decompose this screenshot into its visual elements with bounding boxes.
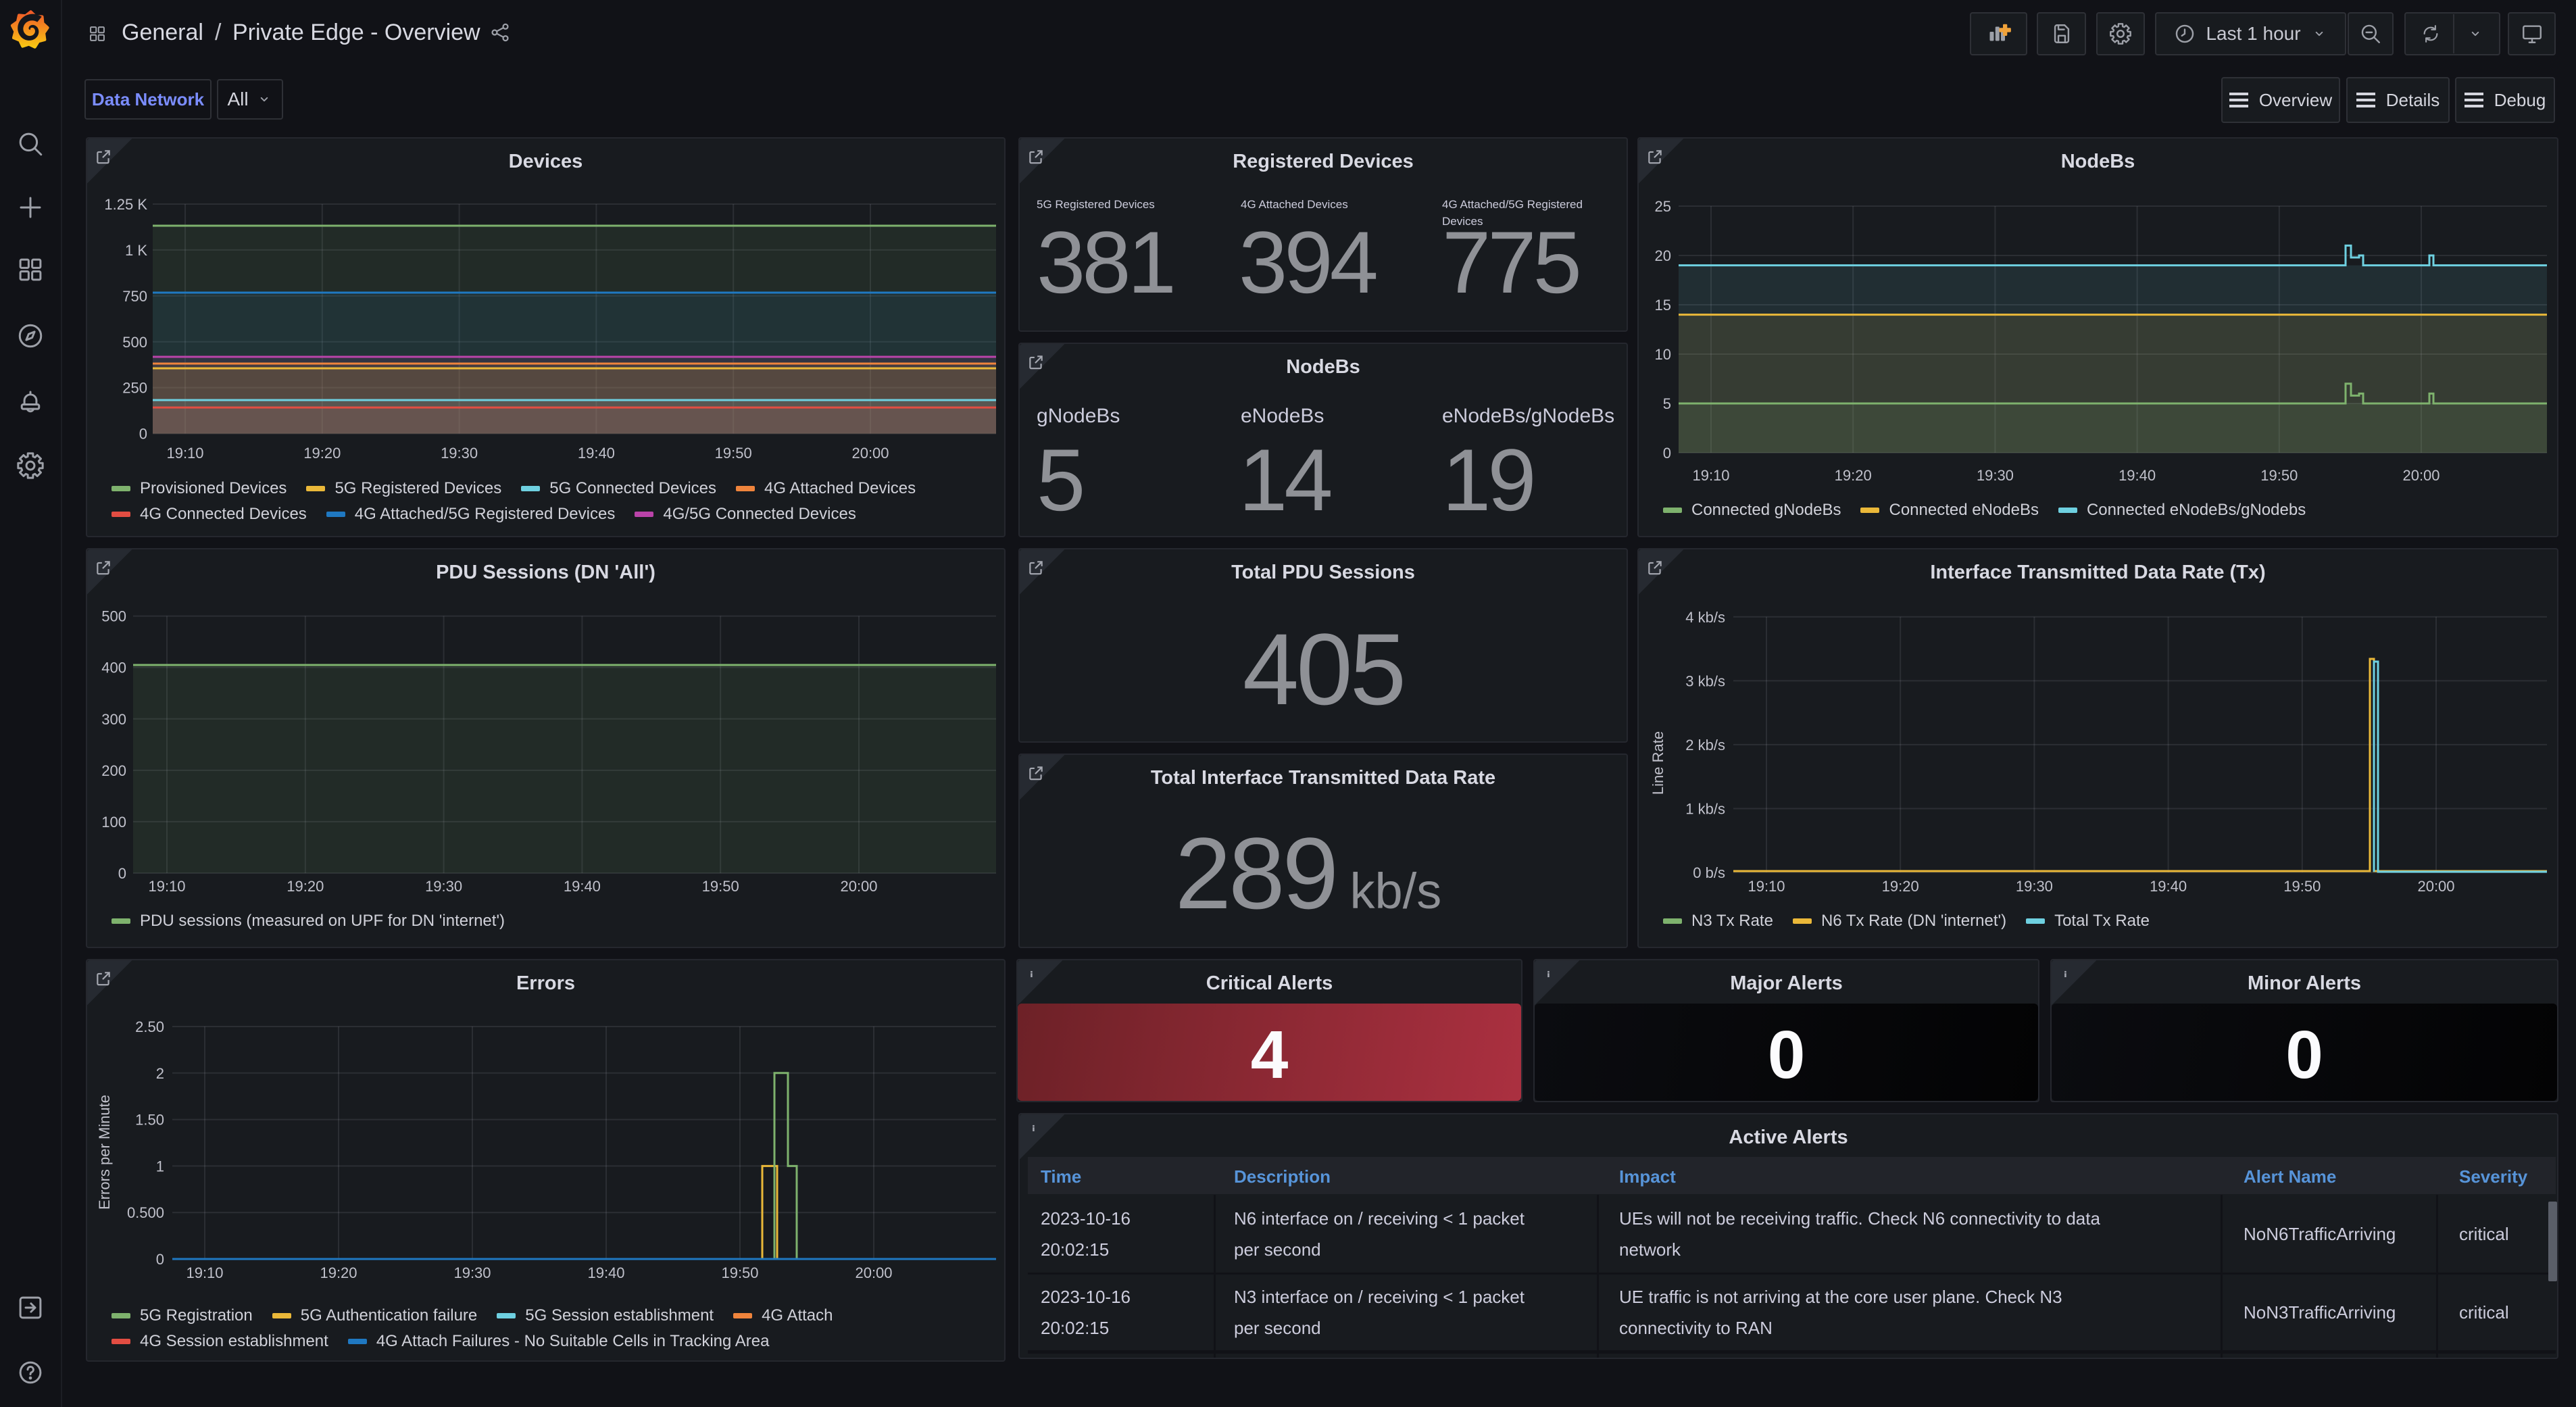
svg-text:20:00: 20:00 <box>851 445 889 462</box>
svg-text:1: 1 <box>156 1158 164 1175</box>
svg-text:250: 250 <box>122 380 147 397</box>
svg-text:19:10: 19:10 <box>1748 878 1785 895</box>
svg-text:19:10: 19:10 <box>148 878 185 895</box>
svg-text:400: 400 <box>101 660 126 676</box>
svg-text:19:40: 19:40 <box>2150 878 2187 895</box>
svg-text:19:40: 19:40 <box>564 878 601 895</box>
svg-text:0 b/s: 0 b/s <box>1693 864 1725 881</box>
svg-text:0.500: 0.500 <box>127 1204 164 1221</box>
svg-text:0: 0 <box>156 1251 164 1268</box>
svg-text:19:20: 19:20 <box>1882 878 1919 895</box>
svg-text:500: 500 <box>122 334 147 351</box>
svg-text:500: 500 <box>101 608 126 625</box>
svg-text:5: 5 <box>1663 395 1671 412</box>
svg-text:19:20: 19:20 <box>1835 467 1872 484</box>
svg-text:19:10: 19:10 <box>1692 467 1729 484</box>
svg-text:0: 0 <box>118 865 126 882</box>
svg-text:Errors per Minute: Errors per Minute <box>96 1095 113 1210</box>
svg-text:19:30: 19:30 <box>2016 878 2053 895</box>
svg-text:19:20: 19:20 <box>303 445 341 462</box>
svg-text:20:00: 20:00 <box>840 878 877 895</box>
svg-text:19:40: 19:40 <box>587 1264 624 1281</box>
svg-text:100: 100 <box>101 814 126 831</box>
svg-text:19:30: 19:30 <box>453 1264 491 1281</box>
svg-text:Line Rate: Line Rate <box>1650 731 1666 795</box>
svg-text:3 kb/s: 3 kb/s <box>1685 672 1725 689</box>
svg-text:19:40: 19:40 <box>578 445 615 462</box>
svg-text:1.50: 1.50 <box>135 1112 164 1129</box>
svg-text:19:50: 19:50 <box>2260 467 2298 484</box>
svg-text:2: 2 <box>156 1065 164 1082</box>
svg-text:2.50: 2.50 <box>135 1018 164 1035</box>
svg-text:19:20: 19:20 <box>320 1264 357 1281</box>
svg-text:19:30: 19:30 <box>425 878 462 895</box>
svg-text:20:00: 20:00 <box>2417 878 2454 895</box>
svg-text:19:50: 19:50 <box>715 445 752 462</box>
svg-text:1 kb/s: 1 kb/s <box>1685 800 1725 817</box>
svg-text:19:10: 19:10 <box>186 1264 223 1281</box>
svg-text:1 K: 1 K <box>125 242 147 259</box>
svg-text:19:30: 19:30 <box>441 445 478 462</box>
svg-text:1.25 K: 1.25 K <box>104 196 147 213</box>
svg-text:200: 200 <box>101 762 126 779</box>
svg-text:0: 0 <box>139 426 147 443</box>
svg-text:20: 20 <box>1655 247 1671 264</box>
svg-text:25: 25 <box>1655 198 1671 215</box>
svg-text:19:40: 19:40 <box>2119 467 2156 484</box>
svg-text:300: 300 <box>101 711 126 728</box>
svg-text:2 kb/s: 2 kb/s <box>1685 737 1725 754</box>
svg-text:20:00: 20:00 <box>2402 467 2439 484</box>
svg-text:19:10: 19:10 <box>166 445 203 462</box>
svg-text:10: 10 <box>1655 346 1671 363</box>
svg-text:19:20: 19:20 <box>287 878 324 895</box>
svg-text:19:50: 19:50 <box>702 878 739 895</box>
svg-text:20:00: 20:00 <box>855 1264 892 1281</box>
svg-text:19:50: 19:50 <box>721 1264 758 1281</box>
svg-text:0: 0 <box>1663 445 1671 462</box>
svg-text:750: 750 <box>122 288 147 305</box>
svg-text:4 kb/s: 4 kb/s <box>1685 609 1725 626</box>
svg-text:19:50: 19:50 <box>2283 878 2321 895</box>
svg-text:19:30: 19:30 <box>1977 467 2014 484</box>
svg-text:15: 15 <box>1655 297 1671 314</box>
